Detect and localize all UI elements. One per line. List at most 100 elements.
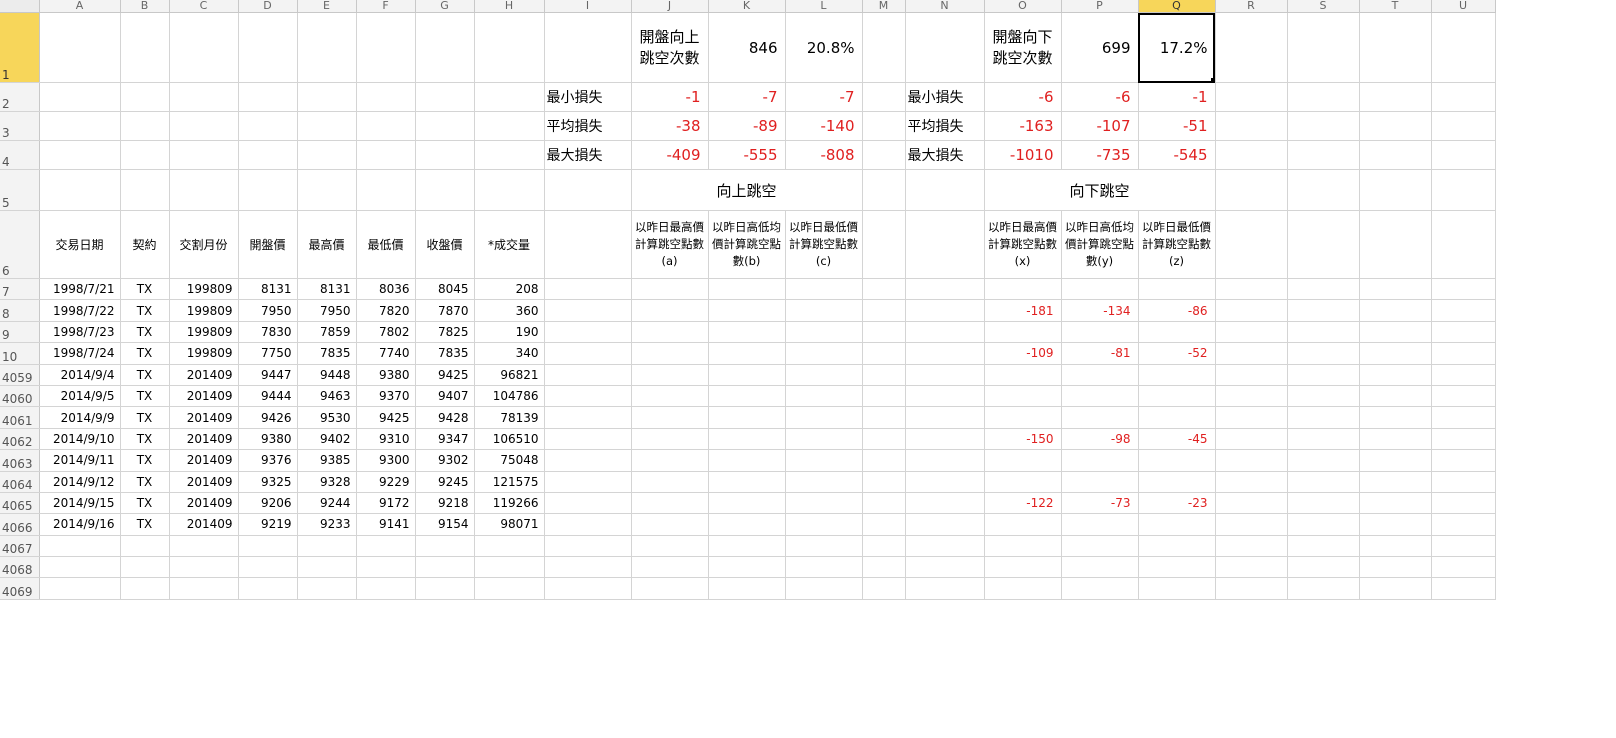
- cell[interactable]: [169, 577, 239, 600]
- cell[interactable]: [631, 278, 709, 301]
- row-header-4068[interactable]: 4068: [0, 556, 40, 579]
- high-price[interactable]: 9530: [297, 406, 357, 429]
- cell[interactable]: [544, 210, 632, 279]
- cell[interactable]: [862, 342, 906, 365]
- cell[interactable]: [1215, 363, 1288, 386]
- cell[interactable]: [120, 82, 170, 112]
- cell[interactable]: [862, 471, 906, 493]
- down-gap-points[interactable]: [984, 471, 1062, 493]
- cell[interactable]: [1287, 535, 1360, 558]
- down-gap-points[interactable]: [984, 385, 1062, 408]
- cell[interactable]: [631, 342, 709, 365]
- down-gap-points[interactable]: [984, 449, 1062, 472]
- cell[interactable]: [238, 535, 298, 558]
- row-header-4062[interactable]: 4062: [0, 428, 40, 451]
- cell[interactable]: [905, 321, 985, 344]
- trade-date[interactable]: 1998/7/23: [39, 321, 121, 344]
- down-gap-points[interactable]: -81: [1061, 342, 1139, 365]
- column-header-u[interactable]: U: [1431, 0, 1496, 13]
- cell[interactable]: [474, 140, 545, 170]
- cell[interactable]: [1215, 577, 1288, 600]
- high-price[interactable]: 9233: [297, 513, 357, 536]
- cell[interactable]: [1359, 385, 1432, 408]
- cell[interactable]: [1215, 449, 1288, 472]
- cell[interactable]: [785, 513, 863, 536]
- contract[interactable]: TX: [120, 406, 170, 429]
- open-price[interactable]: 9376: [238, 449, 298, 472]
- row-header-1[interactable]: 1: [0, 12, 40, 83]
- cell[interactable]: [1431, 428, 1496, 451]
- up-gap-section-title[interactable]: 向上跳空: [631, 169, 863, 211]
- cell[interactable]: [356, 140, 416, 170]
- cell[interactable]: [905, 12, 985, 83]
- cell[interactable]: [1215, 299, 1288, 322]
- volume[interactable]: 98071: [474, 513, 545, 536]
- cell[interactable]: [169, 82, 239, 112]
- stat-label[interactable]: 最大損失: [544, 140, 632, 170]
- cell[interactable]: [862, 111, 906, 141]
- low-price[interactable]: 7802: [356, 321, 416, 344]
- delivery-month[interactable]: 201409: [169, 406, 239, 429]
- trade-date[interactable]: 2014/9/10: [39, 428, 121, 451]
- cell[interactable]: [785, 299, 863, 322]
- up-stat-value[interactable]: -1: [631, 82, 709, 112]
- cell[interactable]: [356, 82, 416, 112]
- cell[interactable]: [544, 471, 632, 493]
- cell[interactable]: [631, 299, 709, 322]
- down-gap-points[interactable]: [1138, 471, 1216, 493]
- cell[interactable]: [708, 321, 786, 344]
- cell[interactable]: [1431, 278, 1496, 301]
- row-header-4059[interactable]: 4059: [0, 363, 40, 386]
- cell[interactable]: [905, 385, 985, 408]
- cell[interactable]: [1287, 111, 1360, 141]
- cell[interactable]: [708, 363, 786, 386]
- low-price[interactable]: 9370: [356, 385, 416, 408]
- cell[interactable]: [120, 169, 170, 211]
- cell[interactable]: [1215, 321, 1288, 344]
- cell[interactable]: [415, 140, 475, 170]
- cell[interactable]: [785, 535, 863, 558]
- cell[interactable]: [631, 471, 709, 493]
- stat-label[interactable]: 最大損失: [905, 140, 985, 170]
- cell[interactable]: [544, 428, 632, 451]
- cell[interactable]: [1287, 299, 1360, 322]
- cell[interactable]: [1215, 140, 1288, 170]
- cell[interactable]: [631, 535, 709, 558]
- cell[interactable]: [1431, 342, 1496, 365]
- row-header-4060[interactable]: 4060: [0, 385, 40, 408]
- column-header-t[interactable]: T: [1359, 0, 1432, 13]
- up-gap-column-header[interactable]: 以昨日最高價計算跳空點數(a): [631, 210, 709, 279]
- cell[interactable]: [415, 535, 475, 558]
- cell[interactable]: [474, 169, 545, 211]
- cell[interactable]: [905, 406, 985, 429]
- cell[interactable]: [120, 556, 170, 579]
- cell[interactable]: [1431, 471, 1496, 493]
- cell[interactable]: [708, 556, 786, 579]
- row-header-4065[interactable]: 4065: [0, 492, 40, 515]
- down-gap-points[interactable]: [1061, 385, 1139, 408]
- cell[interactable]: [544, 513, 632, 536]
- column-header-r[interactable]: R: [1215, 0, 1288, 13]
- close-price[interactable]: 7870: [415, 299, 475, 322]
- volume[interactable]: 75048: [474, 449, 545, 472]
- cell[interactable]: [1138, 577, 1216, 600]
- cell[interactable]: [1287, 321, 1360, 344]
- delivery-month[interactable]: 201409: [169, 363, 239, 386]
- cell[interactable]: [1215, 342, 1288, 365]
- cell[interactable]: [1359, 492, 1432, 515]
- volume[interactable]: 340: [474, 342, 545, 365]
- cell[interactable]: [1287, 406, 1360, 429]
- column-header-q[interactable]: Q: [1138, 0, 1216, 13]
- cell[interactable]: [1287, 278, 1360, 301]
- column-header-m[interactable]: M: [862, 0, 906, 13]
- cell[interactable]: [544, 278, 632, 301]
- up-stat-value[interactable]: -140: [785, 111, 863, 141]
- row-header-5[interactable]: 5: [0, 169, 40, 211]
- cell[interactable]: [120, 111, 170, 141]
- row-header-3[interactable]: 3: [0, 111, 40, 141]
- cell[interactable]: [169, 12, 239, 83]
- cell[interactable]: [862, 321, 906, 344]
- cell[interactable]: [631, 492, 709, 515]
- cell[interactable]: [708, 428, 786, 451]
- down-gap-section-title[interactable]: 向下跳空: [984, 169, 1216, 211]
